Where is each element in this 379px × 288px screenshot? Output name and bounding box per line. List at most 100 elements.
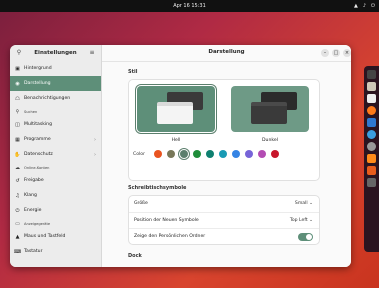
color-swatch-sage[interactable] <box>180 150 188 158</box>
color-swatch-viridian[interactable] <box>206 150 214 158</box>
sidebar-item-label: Suchen <box>24 109 38 114</box>
color-swatch-bark[interactable] <box>167 150 175 158</box>
preview-window-front <box>157 102 193 124</box>
sidebar-item-label: Programme <box>24 137 51 142</box>
color-swatch-purple[interactable] <box>245 150 253 158</box>
sidebar-item-benachrichtigungen[interactable]: ☖ Benachrichtigungen <box>10 91 101 106</box>
chevron-right-icon: › <box>94 151 96 158</box>
dropdown-value: Top Left <box>289 218 308 223</box>
sidebar-item-label: Klang <box>24 193 37 198</box>
sidebar-item-tastatur[interactable]: ⌨ Tastatur <box>10 244 101 259</box>
sidebar-item-label: Anzeigegeräte <box>24 221 51 226</box>
sidebar-item-label: Datenschutz <box>24 152 53 157</box>
page-title: Darstellung <box>208 49 245 55</box>
hand-icon: ✋ <box>14 151 21 158</box>
sidebar-item-suchen[interactable]: ⚲ Suchen <box>10 106 101 117</box>
dock <box>364 66 379 252</box>
disk-icon[interactable] <box>367 154 376 163</box>
color-swatch-red[interactable] <box>271 150 279 158</box>
settings-window: ⚲ Einstellungen ≡ ▣ Hintergrund ◉ Darste… <box>10 45 351 267</box>
sidebar-item-freigabe[interactable]: ↺ Freigabe <box>10 173 101 188</box>
color-swatch-prussian-green[interactable] <box>219 150 227 158</box>
sidebar-item-datenschutz[interactable]: ✋ Datenschutz › <box>10 147 101 162</box>
color-swatch-olive[interactable] <box>193 150 201 158</box>
bell-icon: ☖ <box>15 95 20 102</box>
show-home-folder-toggle[interactable] <box>298 233 313 241</box>
style-option-dunkel[interactable] <box>231 86 309 132</box>
sidebar-item-label: Maus und Tastfeld <box>24 234 66 239</box>
desktop-icons-card: Größe Small ⌄ Position der Neuen Symbole… <box>128 195 320 245</box>
sidebar-header: ⚲ Einstellungen ≡ <box>10 45 101 61</box>
files-icon[interactable] <box>367 82 376 91</box>
sidebar-item-label: Freigabe <box>24 178 44 183</box>
toggle-knob <box>306 234 312 240</box>
sidebar-item-label: Hintergrund <box>24 66 52 71</box>
ubuntu-installer-icon[interactable] <box>367 178 376 187</box>
image-icon: ▣ <box>15 65 20 72</box>
row-label: Position der Neuen Symbole <box>134 218 199 223</box>
dock-section-title: Dock <box>128 253 142 259</box>
power-icon: ⏻ <box>371 3 375 9</box>
clock[interactable]: Apr 16 15:31 <box>0 0 379 12</box>
palette-icon: ◉ <box>15 80 20 87</box>
trash-icon[interactable] <box>367 166 376 175</box>
color-swatch-blue[interactable] <box>232 150 240 158</box>
style-label-dunkel: Dunkel <box>262 138 278 143</box>
style-option-hell[interactable] <box>137 86 215 132</box>
sidebar-item-darstellung[interactable]: ◉ Darstellung <box>10 76 101 91</box>
chevron-right-icon: › <box>94 136 96 143</box>
sidebar: ⚲ Einstellungen ≡ ▣ Hintergrund ◉ Darste… <box>10 45 102 267</box>
sidebar-item-maus-und-tastfeld[interactable]: ▲ Maus und Tastfeld <box>10 229 101 244</box>
desktop-icons-section-title: Schreibtischsymbole <box>128 185 187 191</box>
sidebar-item-label: Benachrichtigungen <box>24 96 71 101</box>
settings-icon[interactable] <box>367 142 376 151</box>
terminal-icon[interactable] <box>367 70 376 79</box>
sidebar-item-online-konten[interactable]: ☁ Online-Konten <box>10 162 101 173</box>
sidebar-item-label: Darstellung <box>24 81 51 86</box>
music-icon: ♫ <box>15 192 20 199</box>
sidebar-item-label: Tastatur <box>24 249 43 254</box>
sidebar-item-klang[interactable]: ♫ Klang <box>10 188 101 203</box>
style-section-title: Stil <box>128 69 138 75</box>
sidebar-item-label: Online-Konten <box>24 165 50 170</box>
network-icon: ▲ <box>353 3 358 9</box>
sidebar-item-hintergrund[interactable]: ▣ Hintergrund <box>10 61 101 76</box>
icon-size-dropdown[interactable]: Small ⌄ <box>295 201 313 206</box>
firefox-icon[interactable] <box>367 106 376 115</box>
display-icon: ▭ <box>15 220 20 227</box>
maximize-button[interactable]: □ <box>332 49 340 57</box>
search-icon: ⚲ <box>15 108 20 115</box>
multitasking-icon: ◫ <box>15 121 20 128</box>
color-swatch-magenta[interactable] <box>258 150 266 158</box>
share-icon: ↺ <box>15 177 20 184</box>
close-button[interactable]: × <box>343 49 351 57</box>
new-icons-position-row[interactable]: Position der Neuen Symbole Top Left ⌄ <box>129 212 319 229</box>
system-status[interactable]: ▲ ♪ ⏻ <box>354 0 375 12</box>
speaker-icon: ♪ <box>362 3 367 9</box>
sidebar-item-programme[interactable]: ▦ Programme › <box>10 132 101 147</box>
software-icon[interactable] <box>367 118 376 127</box>
sidebar-item-energie[interactable]: ⏻ Energie <box>10 203 101 218</box>
sidebar-item-anzeigegeraete[interactable]: ▭ Anzeigegeräte <box>10 218 101 229</box>
row-label: Größe <box>134 201 148 206</box>
text-editor-icon[interactable] <box>367 94 376 103</box>
chevron-down-icon: ⌄ <box>309 218 313 223</box>
style-card: Hell Dunkel Color <box>128 79 320 181</box>
position-dropdown[interactable]: Top Left ⌄ <box>290 218 313 223</box>
mouse-icon: ▲ <box>15 233 20 240</box>
power-icon: ⏻ <box>15 207 20 214</box>
main-panel: Darstellung – □ × Stil Hell Dunkel Color <box>102 45 351 267</box>
icon-size-row[interactable]: Größe Small ⌄ <box>129 196 319 212</box>
row-label: Zeige den Persönlichen Ordner <box>134 234 206 239</box>
color-label: Color <box>133 151 145 157</box>
chevron-down-icon: ⌄ <box>309 201 313 206</box>
show-home-folder-row[interactable]: Zeige den Persönlichen Ordner <box>129 228 319 245</box>
menu-icon[interactable]: ≡ <box>88 49 96 57</box>
sidebar-item-multitasking[interactable]: ◫ Multitasking <box>10 117 101 132</box>
keyboard-icon: ⌨ <box>14 248 22 255</box>
sidebar-item-label: Multitasking <box>24 122 53 127</box>
minimize-button[interactable]: – <box>321 49 329 57</box>
color-swatch-orange[interactable] <box>154 150 162 158</box>
help-icon[interactable] <box>367 130 376 139</box>
cloud-icon: ☁ <box>15 164 20 171</box>
